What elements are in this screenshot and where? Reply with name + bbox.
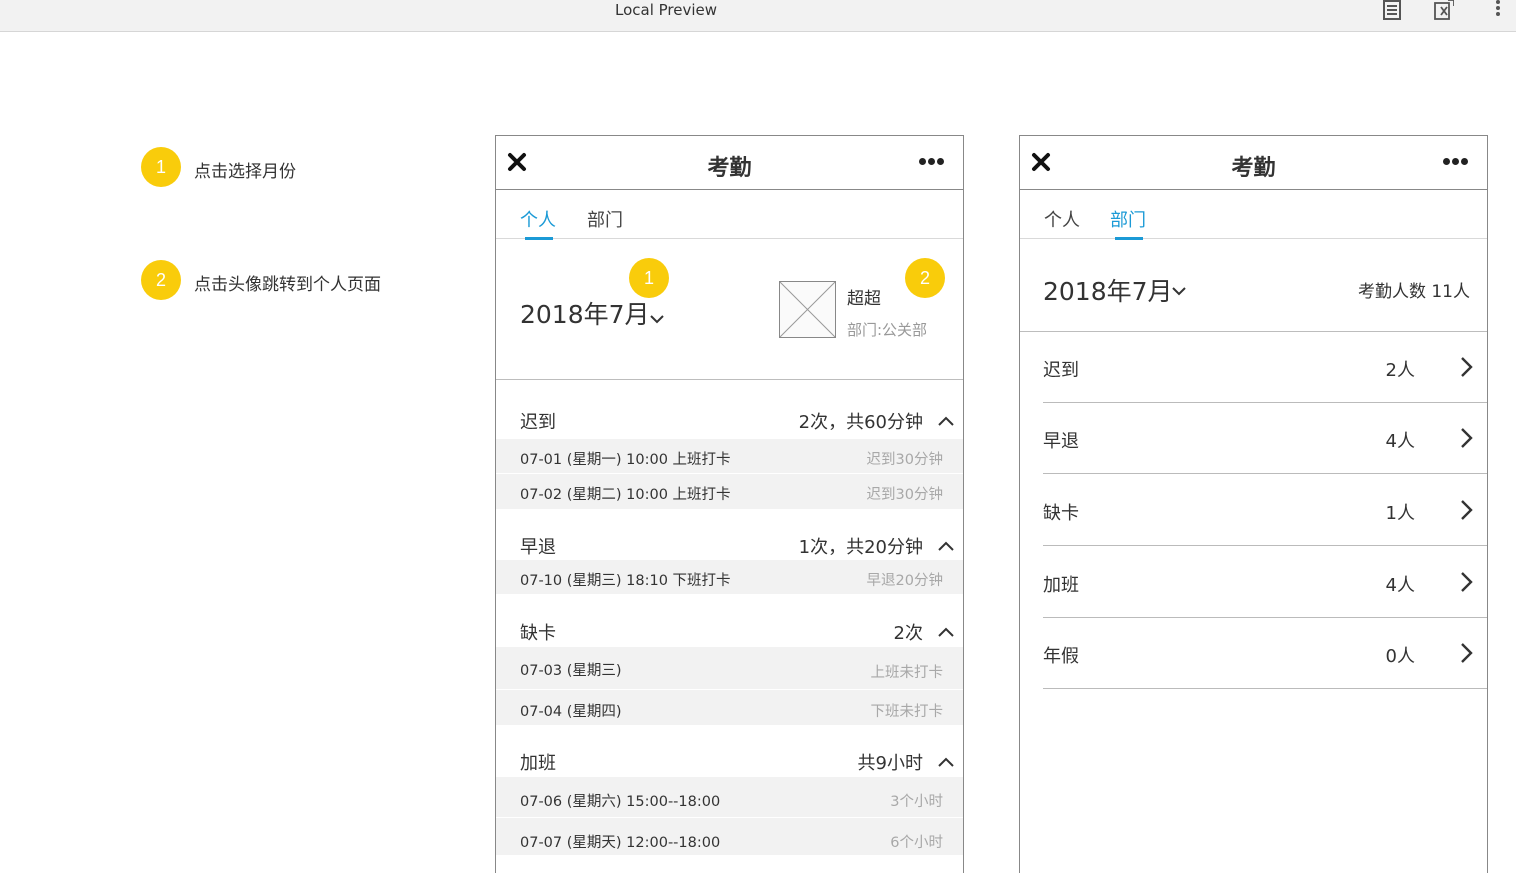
row-status: 3个小时: [890, 794, 943, 810]
section-title: 迟到: [520, 412, 556, 433]
tab-personal[interactable]: 个人: [1044, 206, 1080, 232]
page-title: 考勤: [707, 156, 752, 181]
nav-bar: 考勤: [496, 136, 963, 190]
section-title: 缺卡: [520, 623, 556, 644]
annotation-badge: 1: [629, 258, 669, 298]
chevron-right-icon[interactable]: [1459, 642, 1473, 664]
page-title: 考勤: [1231, 156, 1276, 181]
chevron-right-icon[interactable]: [1459, 499, 1473, 521]
tab-bar: 个人 部门: [1020, 190, 1487, 239]
section-summary: 1次，共20分钟: [798, 537, 923, 558]
section-missing-header[interactable]: 缺卡 2次: [496, 611, 963, 649]
more-icon[interactable]: [1443, 158, 1469, 166]
month-selector[interactable]: 2018年7月: [520, 295, 650, 331]
more-vertical-icon[interactable]: [1488, 0, 1508, 20]
avatar[interactable]: [779, 281, 836, 338]
section-title: 早退: [520, 537, 556, 558]
item-label: 早退: [1043, 431, 1079, 452]
list-item[interactable]: 07-07 (星期天) 12:00--18:00 6个小时: [496, 818, 963, 856]
row-date: 07-06 (星期六) 15:00--18:00: [520, 794, 721, 810]
attendance-count: 考勤人数 11人: [1357, 282, 1470, 302]
list-item-late[interactable]: 迟到 2人: [1043, 332, 1487, 403]
section-title: 加班: [520, 753, 556, 774]
user-name: 超超: [847, 289, 881, 309]
section-overtime-header[interactable]: 加班 共9小时: [496, 741, 963, 779]
annotation-text: 点击选择月份: [194, 162, 296, 182]
item-value: 4人: [1385, 575, 1415, 596]
department-attendance-screen: 考勤 个人 部门 2018年7月 考勤人数 11人 迟到 2人 早退 4人 缺卡…: [1019, 135, 1488, 873]
list-item[interactable]: 07-04 (星期四) 下班未打卡: [496, 690, 963, 726]
chevron-down-icon[interactable]: [649, 310, 665, 324]
section-summary: 2次: [893, 623, 923, 644]
nav-bar: 考勤: [1020, 136, 1487, 190]
annotation-badge: 1: [141, 147, 181, 187]
tab-indicator: [1115, 237, 1143, 240]
list-item[interactable]: 07-03 (星期三) 上班未打卡: [496, 647, 963, 690]
document-icon[interactable]: [1382, 0, 1402, 20]
personal-attendance-screen: 考勤 个人 部门 2018年7月 1 超超 部门:公关部 2 迟到 2次，共60…: [495, 135, 964, 873]
tab-personal[interactable]: 个人: [520, 206, 556, 232]
chevron-up-icon[interactable]: [937, 623, 955, 637]
section-summary: 2次，共60分钟: [798, 412, 923, 433]
row-date: 07-10 (星期三) 18:10 下班打卡: [520, 573, 731, 589]
window-title: Local Preview: [615, 1, 718, 19]
chevron-right-icon[interactable]: [1459, 571, 1473, 593]
chevron-down-icon[interactable]: [1171, 282, 1187, 296]
row-status: 早退20分钟: [866, 573, 943, 589]
chevron-right-icon[interactable]: [1459, 427, 1473, 449]
item-label: 缺卡: [1043, 503, 1079, 524]
chevron-up-icon[interactable]: [937, 753, 955, 767]
divider: [496, 379, 963, 380]
section-summary: 共9小时: [857, 753, 923, 774]
item-label: 加班: [1043, 575, 1079, 596]
row-date: 07-07 (星期天) 12:00--18:00: [520, 835, 721, 851]
row-date: 07-01 (星期一) 10:00 上班打卡: [520, 452, 731, 468]
item-value: 4人: [1385, 431, 1415, 452]
list-item[interactable]: 07-01 (星期一) 10:00 上班打卡 迟到30分钟: [496, 439, 963, 474]
more-icon[interactable]: [919, 158, 945, 166]
row-status: 6个小时: [890, 835, 943, 851]
item-value: 2人: [1385, 360, 1415, 381]
section-late-header[interactable]: 迟到 2次，共60分钟: [496, 400, 963, 438]
list-item[interactable]: 07-02 (星期二) 10:00 上班打卡 迟到30分钟: [496, 474, 963, 510]
browser-toolbar: Local Preview: [0, 0, 1516, 32]
row-status: 上班未打卡: [870, 665, 944, 681]
list-item-missing[interactable]: 缺卡 1人: [1043, 475, 1487, 546]
item-label: 迟到: [1043, 360, 1079, 381]
row-date: 07-03 (星期三): [520, 663, 622, 679]
list-item-overtime[interactable]: 加班 4人: [1043, 547, 1487, 618]
row-status: 迟到30分钟: [866, 452, 943, 468]
row-date: 07-02 (星期二) 10:00 上班打卡: [520, 487, 731, 503]
item-label: 年假: [1043, 646, 1079, 667]
chevron-up-icon[interactable]: [937, 537, 955, 551]
row-status: 下班未打卡: [870, 704, 944, 720]
user-department: 部门:公关部: [847, 321, 928, 339]
row-status: 迟到30分钟: [866, 487, 943, 503]
annotation-badge: 2: [141, 260, 181, 300]
annotation-badge: 2: [905, 258, 945, 298]
list-item[interactable]: 07-10 (星期三) 18:10 下班打卡 早退20分钟: [496, 560, 963, 595]
annotation-text: 点击头像跳转到个人页面: [194, 275, 381, 295]
month-selector[interactable]: 2018年7月: [1043, 272, 1173, 308]
export-icon[interactable]: [1434, 0, 1455, 20]
row-date: 07-04 (星期四): [520, 704, 622, 720]
list-item[interactable]: 07-06 (星期六) 15:00--18:00 3个小时: [496, 777, 963, 818]
tab-indicator: [525, 237, 553, 240]
list-item-early[interactable]: 早退 4人: [1043, 403, 1487, 474]
chevron-up-icon[interactable]: [937, 412, 955, 426]
tab-bar: 个人 部门: [496, 190, 963, 239]
section-early-header[interactable]: 早退 1次，共20分钟: [496, 525, 963, 563]
item-value: 1人: [1385, 503, 1415, 524]
list-item-annual-leave[interactable]: 年假 0人: [1043, 618, 1487, 689]
tab-department[interactable]: 部门: [587, 206, 623, 232]
item-value: 0人: [1385, 646, 1415, 667]
chevron-right-icon[interactable]: [1459, 356, 1473, 378]
tab-department[interactable]: 部门: [1110, 206, 1146, 232]
